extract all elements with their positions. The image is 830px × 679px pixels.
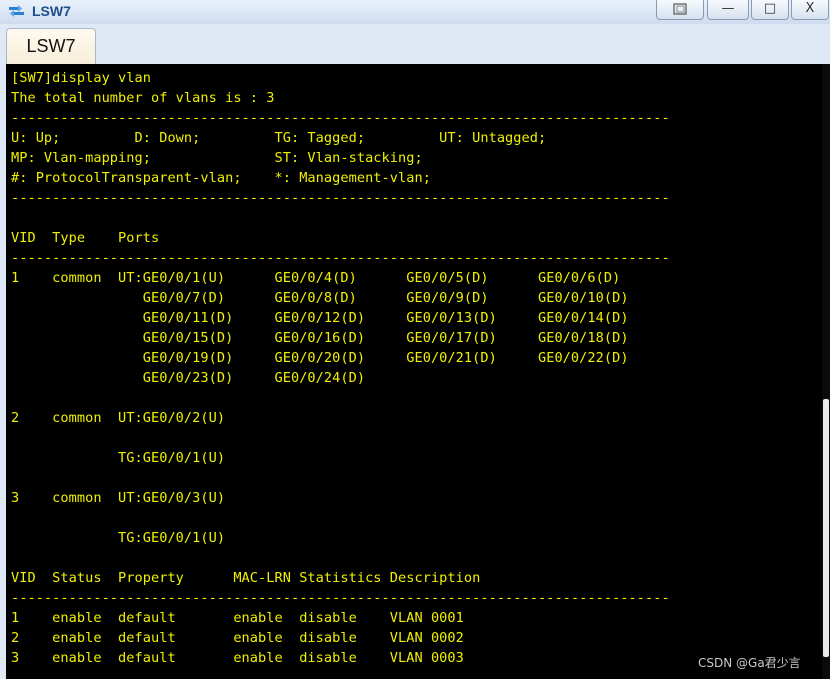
terminal-line: ----------------------------------------…: [11, 190, 670, 206]
terminal-line: GE0/0/23(D) GE0/0/24(D): [11, 370, 366, 386]
maximize-button[interactable]: □: [751, 0, 789, 20]
terminal-line: #: ProtocolTransparent-vlan; *: Manageme…: [11, 170, 431, 186]
close-button[interactable]: X: [791, 0, 829, 20]
restore-button[interactable]: [656, 0, 704, 20]
terminal-window: LSW7 — □ X LSW7 [SW7]dis[SW7]display vla…: [0, 0, 830, 679]
terminal-line: ----------------------------------------…: [11, 250, 670, 266]
scrollbar-thumb[interactable]: [823, 399, 829, 657]
tab-bar: LSW7: [0, 24, 830, 65]
terminal-line: ----------------------------------------…: [11, 110, 670, 126]
terminal-line: 3 enable default enable disable VLAN 000…: [11, 650, 464, 666]
terminal-line: U: Up; D: Down; TG: Tagged; UT: Untagged…: [11, 130, 547, 146]
terminal-line: 1 enable default enable disable VLAN 000…: [11, 610, 464, 626]
terminal-line: GE0/0/15(D) GE0/0/16(D) GE0/0/17(D) GE0/…: [11, 330, 629, 346]
restore-icon: [673, 3, 687, 15]
terminal-line: 1 common UT:GE0/0/1(U) GE0/0/4(D) GE0/0/…: [11, 270, 621, 286]
terminal-line: GE0/0/19(D) GE0/0/20(D) GE0/0/21(D) GE0/…: [11, 350, 629, 366]
terminal-line: The total number of vlans is : 3: [11, 90, 275, 106]
terminal-line: GE0/0/11(D) GE0/0/12(D) GE0/0/13(D) GE0/…: [11, 310, 629, 326]
window-title: LSW7: [32, 3, 71, 19]
terminal-line: ----------------------------------------…: [11, 590, 670, 606]
terminal-line: 2 common UT:GE0/0/2(U): [11, 410, 226, 426]
terminal-line: MP: Vlan-mapping; ST: Vlan-stacking;: [11, 150, 423, 166]
terminal-line: TG:GE0/0/1(U): [11, 530, 226, 546]
minimize-button[interactable]: —: [707, 0, 749, 20]
terminal-line: GE0/0/7(D) GE0/0/8(D) GE0/0/9(D) GE0/0/1…: [11, 290, 629, 306]
terminal-line: VID Type Ports: [11, 230, 160, 246]
terminal-line: 2 enable default enable disable VLAN 000…: [11, 630, 464, 646]
terminal-line: 3 common UT:GE0/0/3(U): [11, 490, 226, 506]
watermark: CSDN @Ga君少言: [698, 656, 801, 670]
terminal-line: VID Status Property MAC-LRN Statistics D…: [11, 570, 481, 586]
tab-lsw7[interactable]: LSW7: [6, 28, 96, 65]
switch-app-icon: [9, 5, 24, 17]
terminal-output[interactable]: [SW7]dis[SW7]display vlanThe total numbe…: [6, 64, 830, 679]
scrollbar[interactable]: [822, 64, 830, 679]
title-bar[interactable]: LSW7 — □ X: [0, 0, 830, 24]
terminal-line: TG:GE0/0/1(U): [11, 450, 226, 466]
terminal-line: [SW7]display vlan: [11, 70, 151, 86]
